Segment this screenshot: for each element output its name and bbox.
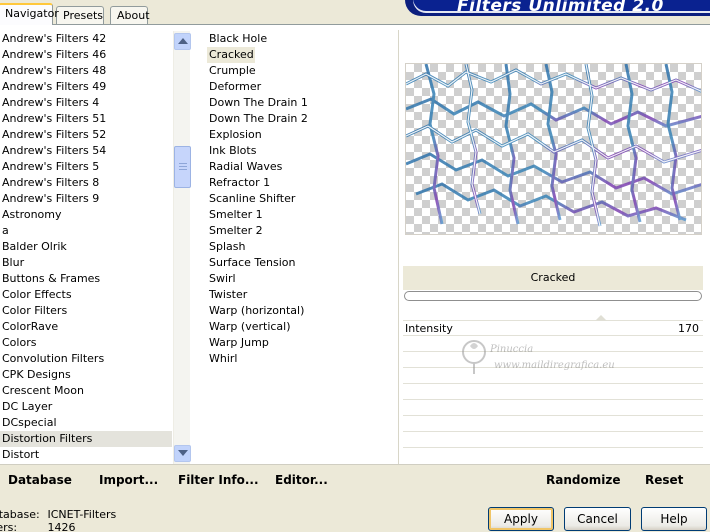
filter-item[interactable]: Refractor 1 (207, 175, 392, 191)
filter-item[interactable]: Down The Drain 2 (207, 111, 392, 127)
category-item[interactable]: Andrew's Filters 48 (0, 63, 172, 79)
filter-item[interactable]: Cracked (207, 47, 255, 63)
category-item[interactable]: Color Effects (0, 287, 172, 303)
category-item[interactable]: Andrew's Filters 9 (0, 191, 172, 207)
param-row-empty (403, 384, 703, 400)
database-value: ICNET-Filters (47, 508, 117, 521)
filter-item[interactable]: Whirl (207, 351, 392, 367)
param-row-empty (403, 400, 703, 416)
filter-pane: Cracked Intensity 170 (398, 30, 710, 465)
category-item[interactable]: Astronomy (0, 207, 172, 223)
filter-item[interactable]: Splash (207, 239, 392, 255)
category-item[interactable]: ColorRave (0, 319, 172, 335)
category-item[interactable]: Andrew's Filters 8 (0, 175, 172, 191)
category-item[interactable]: Andrew's Filters 4 (0, 95, 172, 111)
filter-item[interactable]: Ink Blots (207, 143, 392, 159)
filter-item[interactable]: Warp (vertical) (207, 319, 392, 335)
filter-item[interactable]: Smelter 1 (207, 207, 392, 223)
progress-bar (404, 291, 702, 301)
import-button[interactable]: Import... (99, 473, 158, 487)
category-item[interactable]: Distort (0, 447, 172, 463)
param-label: Intensity (405, 322, 453, 335)
scroll-thumb[interactable] (174, 146, 191, 188)
param-value: 170 (678, 322, 699, 335)
filter-item[interactable]: Surface Tension (207, 255, 392, 271)
scroll-down-button[interactable] (174, 445, 191, 462)
preview-image (405, 63, 702, 235)
watermark-logo-icon (462, 340, 486, 374)
category-item[interactable]: DCspecial (0, 415, 172, 431)
database-label: atabase: (0, 508, 40, 521)
tab-strip: Navigator Presets About (0, 0, 410, 25)
category-item[interactable]: Colors (0, 335, 172, 351)
category-item[interactable]: Distortion Filters (0, 431, 172, 447)
slider-marker-icon (595, 315, 607, 321)
category-item[interactable]: Andrew's Filters 46 (0, 47, 172, 63)
category-item[interactable]: Andrew's Filters 42 (0, 31, 172, 47)
filter-item[interactable]: Warp (horizontal) (207, 303, 392, 319)
category-item[interactable]: CPK Designs (0, 367, 172, 383)
filter-item[interactable]: Explosion (207, 127, 392, 143)
database-button[interactable]: Database (8, 473, 72, 487)
category-item[interactable]: a (0, 223, 172, 239)
bottom-toolbar: Database Import... Filter Info... Editor… (0, 464, 710, 498)
reset-button[interactable]: Reset (645, 473, 683, 487)
filter-name-label: Cracked (403, 266, 703, 290)
navigator-panel: Andrew's Filters 42 Andrew's Filters 46 An… (0, 24, 710, 465)
status-area: atabase: ICNET-Filters ters: 1426 (0, 500, 480, 532)
watermark: Pinuccia www.maildiregrafica.eu (454, 336, 634, 380)
watermark-url: www.maildiregrafica.eu (494, 360, 615, 371)
param-row-empty (403, 416, 703, 432)
tab-navigator[interactable]: Navigator (0, 3, 59, 25)
filter-item[interactable]: Down The Drain 1 (207, 95, 392, 111)
category-scrollbar[interactable] (173, 31, 191, 465)
filter-item[interactable]: Crumple (207, 63, 392, 79)
filter-item[interactable]: Black Hole (207, 31, 392, 47)
filters-count-value: 1426 (47, 521, 76, 532)
randomize-button[interactable]: Randomize (546, 473, 620, 487)
filters-count-label: ters: (0, 521, 18, 532)
category-item[interactable]: Andrew's Filters 52 (0, 127, 172, 143)
filter-item[interactable]: Scanline Shifter (207, 191, 392, 207)
filter-item[interactable]: Warp Jump (207, 335, 392, 351)
scroll-up-button[interactable] (174, 33, 191, 50)
category-item[interactable]: Blur (0, 255, 172, 271)
category-item[interactable]: Convolution Filters (0, 351, 172, 367)
cancel-button[interactable]: Cancel (564, 507, 631, 531)
category-list[interactable]: Andrew's Filters 42 Andrew's Filters 46 An… (0, 31, 172, 463)
tab-about[interactable]: About (110, 6, 150, 25)
apply-button[interactable]: Apply (488, 507, 554, 531)
app-title: Filters Unlimited 2.0 (457, 0, 664, 16)
filter-item[interactable]: Radial Waves (207, 159, 392, 175)
category-item[interactable]: Andrew's Filters 49 (0, 79, 172, 95)
filter-item[interactable]: Swirl (207, 271, 392, 287)
tab-presets[interactable]: Presets (56, 6, 104, 25)
category-item[interactable]: Andrew's Filters 5 (0, 159, 172, 175)
category-item[interactable]: Balder Olrik (0, 239, 172, 255)
category-item[interactable]: Andrew's Filters 51 (0, 111, 172, 127)
arrow-up-icon (178, 38, 188, 44)
param-row-empty (403, 432, 703, 448)
param-row-intensity[interactable]: Intensity 170 (403, 315, 703, 336)
watermark-text: Pinuccia (490, 344, 534, 355)
category-item[interactable]: DC Layer (0, 399, 172, 415)
category-item[interactable]: Color Filters (0, 303, 172, 319)
filter-item[interactable]: Deformer (207, 79, 392, 95)
filter-item[interactable]: Twister (207, 287, 392, 303)
category-item[interactable]: Crescent Moon (0, 383, 172, 399)
filter-info-button[interactable]: Filter Info... (178, 473, 259, 487)
filter-list[interactable]: Black Hole Cracked Crumple Deformer Down The… (207, 31, 392, 367)
arrow-down-icon (178, 450, 188, 456)
category-item[interactable]: Andrew's Filters 54 (0, 143, 172, 159)
editor-button[interactable]: Editor... (275, 473, 328, 487)
filter-item[interactable]: Smelter 2 (207, 223, 392, 239)
category-item[interactable]: Buttons & Frames (0, 271, 172, 287)
help-button[interactable]: Help (641, 507, 707, 531)
